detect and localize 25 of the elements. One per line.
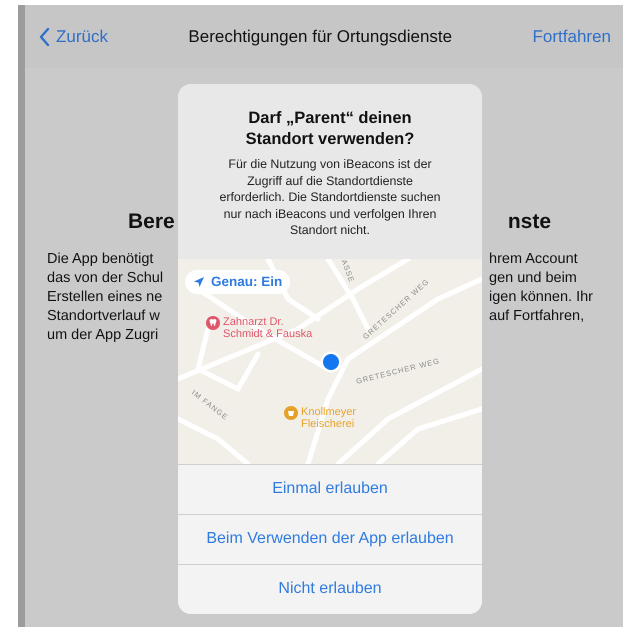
paragraph-fragment: auf Fortfahren, bbox=[489, 307, 586, 326]
chevron-left-icon bbox=[39, 28, 50, 46]
heading-fragment: nste bbox=[508, 210, 551, 234]
permission-button[interactable]: Einmal erlauben bbox=[178, 464, 482, 514]
paragraph-fragment: hrem Account bbox=[489, 250, 579, 269]
alert-title: Darf „Parent“ deinen Standort verwenden? bbox=[244, 108, 416, 150]
current-location-dot bbox=[320, 350, 342, 372]
screen-title: Berechtigungen für Ortungsdienste bbox=[188, 26, 452, 46]
place-label: Zahnarzt Dr. Schmidt & Fauska bbox=[223, 316, 312, 340]
location-arrow-icon bbox=[193, 276, 205, 288]
precise-location-toggle[interactable]: Genau: Ein bbox=[185, 270, 290, 294]
continue-button[interactable]: Fortfahren bbox=[532, 26, 611, 46]
place-label: Knollmeyer Fleischerei bbox=[301, 406, 356, 430]
paragraph-fragment: igen können. Ihr bbox=[489, 288, 594, 307]
alert-message: Für die Nutzung von iBeacons ist der Zugriff auf die Standortdienste erforderlich. Die Standortdienste suchen nur nach iBeacons und verfolgen Ihren Standort nicht. bbox=[218, 156, 442, 238]
permission-button[interactable]: Beim Verwenden der App erlauben bbox=[178, 514, 482, 564]
back-button[interactable]: Zurück bbox=[39, 26, 108, 46]
paragraph-fragment: Standortverlauf w bbox=[47, 307, 161, 326]
heading-fragment: Bere bbox=[128, 210, 175, 234]
paragraph-fragment: gen und beim bbox=[489, 269, 578, 288]
permission-button[interactable]: Nicht erlauben bbox=[178, 564, 482, 614]
paragraph-fragment: um der App Zugri bbox=[47, 326, 160, 345]
paragraph-fragment: Die App benötigt bbox=[47, 250, 154, 269]
paragraph-fragment: Erstellen eines ne bbox=[47, 288, 164, 307]
paragraph-fragment: das von der Schul bbox=[47, 269, 164, 288]
